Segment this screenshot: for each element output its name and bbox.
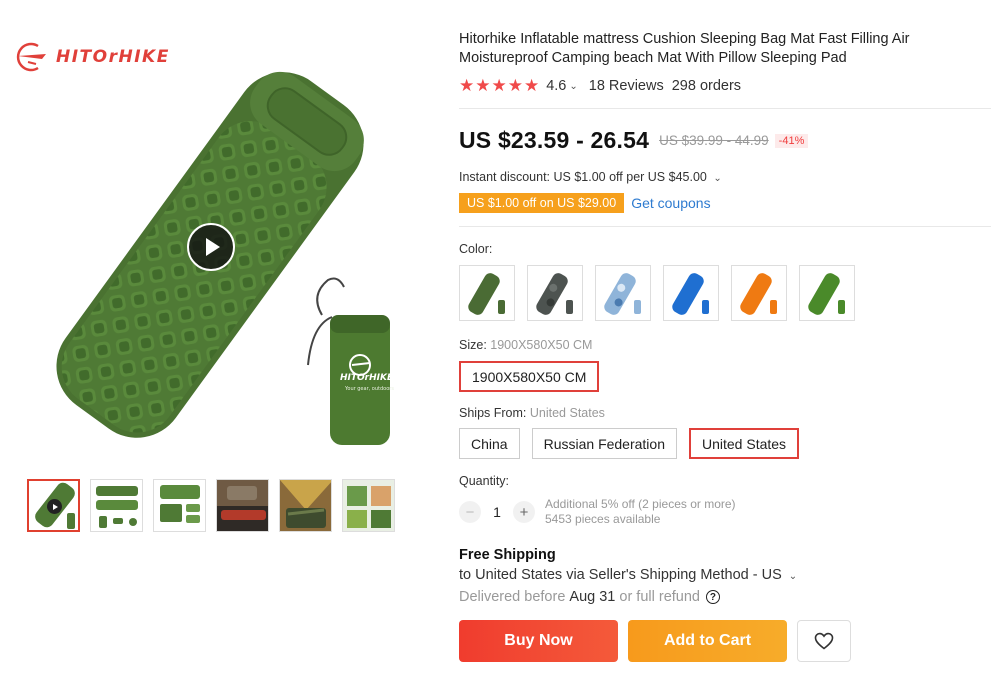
thumb-video-green-pad[interactable] [27,479,80,532]
chevron-down-icon[interactable]: ⌄ [569,81,577,92]
swatch-army-green[interactable] [459,265,515,321]
shipping-method[interactable]: to United States via Seller's Shipping M… [459,567,995,583]
help-icon[interactable]: ? [705,590,720,604]
size-option[interactable]: 1900X580X50 CM [459,361,600,392]
bag-tagline-text: Your gear, outdoors [344,386,394,392]
swatch-camouflage-grey[interactable] [527,265,583,321]
heart-icon [814,632,834,650]
ships-from-options: China Russian Federation United States [459,428,995,459]
ships-from-united-states[interactable]: United States [689,428,800,459]
ships-from-label-row: Ships From: United States [459,406,995,420]
rating-row: ★★★★★ 4.6 ⌄ 18 Reviews 298 orders [459,76,995,96]
video-play-button[interactable] [187,223,235,271]
delivered-prefix: Delivered before [459,589,566,605]
delivery-estimate: Delivered before Aug 31 or full refund ? [459,589,995,605]
purchase-actions: Buy Now Add to Cart [459,620,995,662]
ships-from-label: Ships From: [459,406,527,420]
thumbnail-strip [27,479,395,532]
stock-available: 5453 pieces available [545,512,661,526]
product-info: Hitorhike Inflatable mattress Cushion Sl… [456,30,995,662]
buy-now-button[interactable]: Buy Now [459,620,618,662]
play-icon [206,238,220,256]
thumb-pad-in-car-trunk[interactable] [216,479,269,532]
coupon-tag[interactable]: US $1.00 off on US $29.00 [456,193,625,213]
thumb-green-pad-package[interactable] [153,479,206,532]
shipping-method-text: to United States via Seller's Shipping M… [459,567,782,583]
rating-value[interactable]: 4.6 [546,78,566,94]
ships-from-china[interactable]: China [459,428,520,459]
shipping-title: Free Shipping [459,547,556,563]
delivery-date: Aug 31 [569,589,616,605]
color-swatches [459,265,995,321]
quantity-increase-button[interactable]: + [513,501,535,523]
get-coupons-link[interactable]: Get coupons [631,195,710,211]
delivered-suffix: or full refund [619,589,700,605]
product-title: Hitorhike Inflatable mattress Cushion Sl… [459,31,910,66]
quantity-label: Quantity: [459,474,510,488]
product-gallery: HITOrHIKE HITOrHIKE Your gear, outdoors [0,0,440,700]
swatch-sky-camo-blue[interactable] [595,265,651,321]
play-icon [47,499,62,514]
reviews-link[interactable]: 18 Reviews [589,78,664,94]
divider [459,108,991,109]
thumb-pad-in-tent[interactable] [279,479,332,532]
instant-discount[interactable]: Instant discount: US $1.00 off per US $4… [459,170,995,184]
size-label-row: Size: 1900X580X50 CM [459,338,995,352]
swatch-blue[interactable] [663,265,719,321]
color-label: Color: [459,242,493,256]
instant-discount-text: Instant discount: US $1.00 off per US $4… [459,170,707,184]
orders-count: 298 orders [671,78,742,94]
price-row: US $23.59 - 26.54 US $39.99 - 44.99 -41% [459,127,995,154]
quantity-note: Additional 5% off (2 pieces or more) 545… [545,497,736,527]
quantity-input[interactable]: 1 [481,504,513,520]
size-label: Size: [459,338,487,352]
original-price: US $39.99 - 44.99 [659,133,769,148]
ships-from-selected-value: United States [529,406,605,420]
thumb-green-pad-accessories[interactable] [90,479,143,532]
ships-from-russian-federation[interactable]: Russian Federation [531,428,677,459]
divider [459,226,991,227]
discount-badge: -41% [774,133,809,148]
rating-stars-icon: ★★★★★ [459,76,541,95]
quantity-stepper: − 1 + Additional 5% off (2 pieces or mor… [459,497,995,527]
coupon-row: US $1.00 off on US $29.00 Get coupons [456,193,995,213]
bag-logo-text: HITOrHIKE [340,373,394,383]
wishlist-button[interactable] [797,620,851,662]
bulk-discount-note: Additional 5% off (2 pieces or more) [545,497,736,511]
quantity-decrease-button[interactable]: − [459,501,481,523]
thumb-pad-outdoor-use[interactable] [342,479,395,532]
add-to-cart-button[interactable]: Add to Cart [628,620,787,662]
chevron-down-icon: ⌄ [713,173,722,184]
size-options: 1900X580X50 CM [459,361,995,392]
chevron-down-icon: ⌄ [788,571,798,582]
current-price: US $23.59 - 26.54 [459,127,650,153]
swatch-orange[interactable] [731,265,787,321]
swatch-green[interactable] [799,265,855,321]
size-selected-value: 1900X580X50 CM [490,338,593,352]
